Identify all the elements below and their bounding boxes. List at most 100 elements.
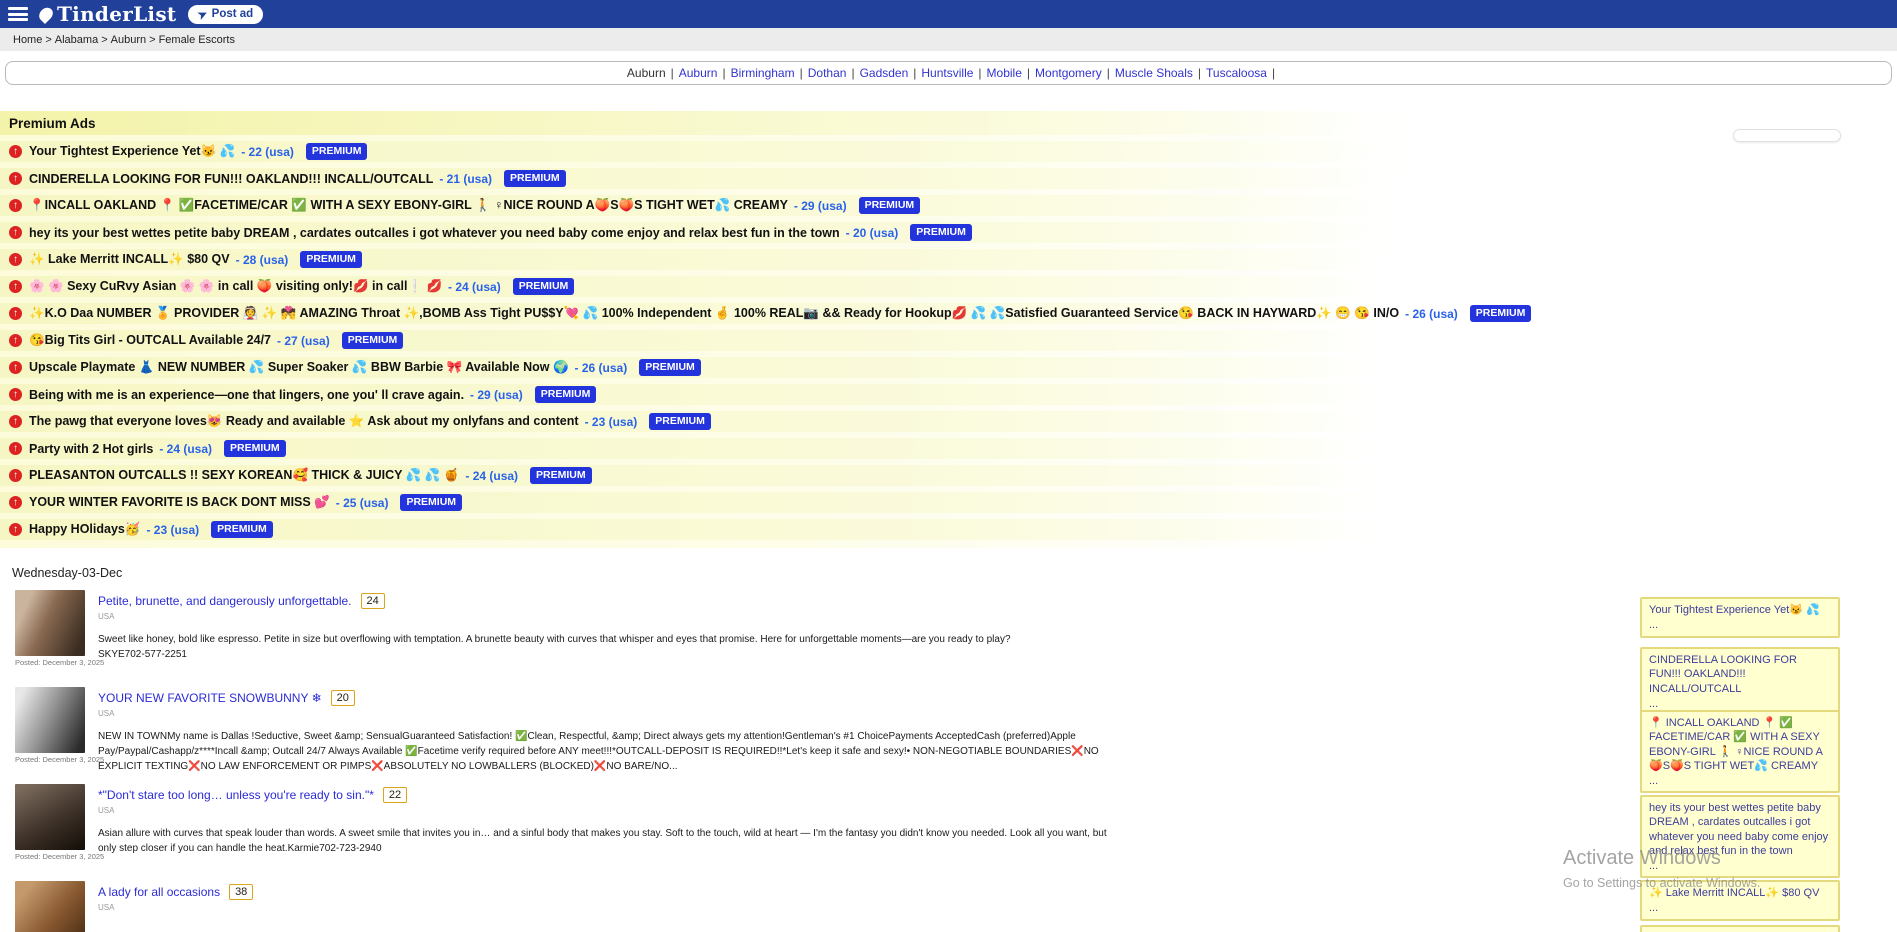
listing-item: Posted: December 3, 2025 Petite, brunette… [0, 590, 1897, 687]
premium-ad-title[interactable]: 😘Big Tits Girl - OUTCALL Available 24/7 [29, 333, 271, 348]
listing-country-label: USA [98, 709, 1108, 718]
breadcrumb-item-auburn[interactable]: Auburn [111, 34, 146, 46]
city-link-mobile[interactable]: Mobile [987, 66, 1022, 80]
city-link-muscle-shoals[interactable]: Muscle Shoals [1115, 66, 1193, 80]
listing-thumbnail[interactable] [15, 687, 85, 753]
premium-ad-age-meta: - 28 (usa) [236, 253, 289, 267]
breadcrumb-item-home[interactable]: Home [13, 34, 42, 46]
listing-title-row: A lady for all occasions38 [98, 884, 253, 900]
premium-badge[interactable]: PREMIUM [306, 143, 368, 160]
city-link-huntsville[interactable]: Huntsville [921, 66, 973, 80]
listing-thumbnail[interactable] [15, 881, 85, 932]
premium-ad-title[interactable]: 📍INCALL OAKLAND 📍 ✅FACETIME/CAR ✅ WITH A… [29, 198, 788, 213]
sidebar-ad-box[interactable] [1640, 925, 1840, 932]
listing-thumb-column: Posted: December 3, 2025 [15, 590, 91, 687]
premium-ad-title[interactable]: CINDERELLA LOOKING FOR FUN!!! OAKLAND!!!… [29, 172, 433, 186]
premium-ad-title[interactable]: ✨ Lake Merritt INCALL✨ $80 QV [29, 252, 230, 267]
listing-thumbnail[interactable] [15, 590, 85, 656]
listing-title-link[interactable]: Petite, brunette, and dangerously unforg… [98, 594, 352, 608]
premium-ad-row: ↑ Your Tightest Experience Yet😼 💦 - 22 (us… [0, 141, 1897, 162]
sidebar-ad-title[interactable]: 📍 INCALL OAKLAND 📍 ✅ FACETIME/CAR ✅ WITH… [1649, 717, 1823, 772]
premium-badge[interactable]: PREMIUM [342, 332, 404, 349]
sidebar-ad-ellipsis: ... [1649, 774, 1831, 788]
sidebar-ad-title[interactable]: ✨ Lake Merritt INCALL✨ $80 QV [1649, 887, 1819, 899]
premium-ad-age-meta: - 25 (usa) [336, 496, 389, 510]
city-link-gadsden[interactable]: Gadsden [860, 66, 909, 80]
premium-badge[interactable]: PREMIUM [224, 440, 286, 457]
bump-arrow-icon: ↑ [9, 226, 22, 239]
city-separator: | [913, 66, 916, 80]
listing-title-link[interactable]: YOUR NEW FAVORITE SNOWBUNNY ❄ [98, 691, 322, 705]
city-link-dothan[interactable]: Dothan [808, 66, 847, 80]
premium-ad-row: ↑ The pawg that everyone loves😻 Ready and… [0, 411, 1897, 432]
premium-ad-title[interactable]: Party with 2 Hot girls [29, 442, 153, 456]
date-header: Wednesday-03-Dec [0, 562, 1897, 590]
city-link-birmingham[interactable]: Birmingham [731, 66, 795, 80]
listing-title-link[interactable]: A lady for all occasions [98, 885, 220, 899]
bump-arrow-icon: ↑ [9, 415, 22, 428]
premium-badge[interactable]: PREMIUM [300, 251, 362, 268]
sidebar-ad-box[interactable]: ✨ Lake Merritt INCALL✨ $80 QV... [1640, 880, 1840, 921]
menu-icon[interactable] [6, 5, 30, 23]
site-logo[interactable]: TinderList [40, 2, 176, 26]
premium-ad-title[interactable]: ✨K.O Daa NUMBER 🏅 PROVIDER 👰 ✨ 💏 AMAZING… [29, 306, 1399, 321]
city-separator: | [800, 66, 803, 80]
breadcrumb-separator: > [101, 34, 107, 46]
city-link-auburn[interactable]: Auburn [627, 66, 666, 80]
premium-badge[interactable]: PREMIUM [649, 413, 711, 430]
premium-ad-row: ↑Upscale Playmate 👗 NEW NUMBER 💦 Super S… [0, 357, 1897, 378]
breadcrumb: Home>Alabama>Auburn>Female Escorts [0, 28, 1897, 51]
sidebar-ad-title[interactable]: Your Tightest Experience Yet😼 💦 [1649, 604, 1820, 616]
premium-badge[interactable]: PREMIUM [535, 386, 597, 403]
sidebar-ad-box[interactable]: hey its your best wettes petite baby DRE… [1640, 795, 1840, 878]
premium-badge[interactable]: PREMIUM [211, 521, 273, 538]
premium-ad-age-meta: - 27 (usa) [277, 334, 330, 348]
bump-arrow-icon: ↑ [9, 334, 22, 347]
premium-ad-age-meta: - 29 (usa) [470, 388, 523, 402]
premium-ad-age-meta: - 22 (usa) [241, 145, 294, 159]
city-link-montgomery[interactable]: Montgomery [1035, 66, 1102, 80]
premium-badge[interactable]: PREMIUM [1470, 305, 1532, 322]
premium-badge[interactable]: PREMIUM [910, 224, 972, 241]
premium-badge[interactable]: PREMIUM [513, 278, 575, 295]
premium-ad-title[interactable]: hey its your best wettes petite baby DRE… [29, 226, 840, 240]
breadcrumb-item-female-escorts[interactable]: Female Escorts [159, 34, 235, 46]
premium-ad-title[interactable]: YOUR WINTER FAVORITE IS BACK DONT MISS 💕 [29, 495, 330, 510]
post-ad-label: Post ad [212, 8, 254, 20]
premium-badge[interactable]: PREMIUM [859, 197, 921, 214]
premium-ad-title[interactable]: Being with me is an experience—one that … [29, 388, 464, 402]
listing-title-row: YOUR NEW FAVORITE SNOWBUNNY ❄20 [98, 690, 1108, 706]
listing-body: Petite, brunette, and dangerously unforg… [98, 590, 1108, 687]
premium-ad-title[interactable]: 🌸 🌸 Sexy CuRvy Asian 🌸 🌸 in call 🍑 visit… [29, 279, 442, 294]
premium-ads-list: ↑ Your Tightest Experience Yet😼 💦 - 22 (us… [0, 141, 1897, 540]
city-link-tuscaloosa[interactable]: Tuscaloosa [1206, 66, 1267, 80]
listing-title-link[interactable]: *"Don't stare too long… unless you're re… [98, 788, 374, 802]
premium-ad-title[interactable]: The pawg that everyone loves😻 Ready and … [29, 414, 579, 429]
premium-badge[interactable]: PREMIUM [639, 359, 701, 376]
premium-ads-title: Premium Ads [0, 111, 1897, 135]
sidebar-ad-title[interactable]: CINDERELLA LOOKING FOR FUN!!! OAKLAND!!!… [1649, 654, 1797, 695]
post-ad-button[interactable]: ➤ Post ad [188, 5, 263, 24]
premium-ad-title[interactable]: PLEASANTON OUTCALLS !! SEXY KOREAN🥰 THIC… [29, 468, 459, 483]
breadcrumb-item-alabama[interactable]: Alabama [55, 34, 98, 46]
sidebar-ad-box[interactable]: 📍 INCALL OAKLAND 📍 ✅ FACETIME/CAR ✅ WITH… [1640, 710, 1840, 793]
premium-ad-title[interactable]: Upscale Playmate 👗 NEW NUMBER 💦 Super So… [29, 360, 569, 375]
premium-badge[interactable]: PREMIUM [530, 467, 592, 484]
premium-badge[interactable]: PREMIUM [400, 494, 462, 511]
premium-ad-row: ↑PLEASANTON OUTCALLS !! SEXY KOREAN🥰 THI… [0, 465, 1897, 486]
sidebar-ad-title[interactable]: hey its your best wettes petite baby DRE… [1649, 802, 1828, 857]
listing-age-badge: 22 [383, 787, 407, 803]
premium-ad-title[interactable]: Happy HOlidays🥳 [29, 522, 140, 537]
bump-arrow-icon: ↑ [9, 145, 22, 158]
sidebar-ad-box[interactable]: Your Tightest Experience Yet😼 💦... [1640, 597, 1840, 638]
premium-ad-title[interactable]: Your Tightest Experience Yet😼 💦 [29, 144, 235, 159]
premium-ad-row: ↑YOUR WINTER FAVORITE IS BACK DONT MISS … [0, 492, 1897, 513]
listing-thumbnail[interactable] [15, 784, 85, 850]
premium-badge[interactable]: PREMIUM [504, 170, 566, 187]
sidebar-ad-box[interactable]: CINDERELLA LOOKING FOR FUN!!! OAKLAND!!!… [1640, 647, 1840, 716]
premium-ad-age-meta: - 26 (usa) [575, 361, 628, 375]
listing-posted-date: Posted: December 3, 2025 [15, 755, 91, 764]
listing-body: YOUR NEW FAVORITE SNOWBUNNY ❄20USANEW IN… [98, 687, 1108, 784]
city-link-auburn[interactable]: Auburn [679, 66, 718, 80]
premium-ad-age-meta: - 26 (usa) [1405, 307, 1458, 321]
